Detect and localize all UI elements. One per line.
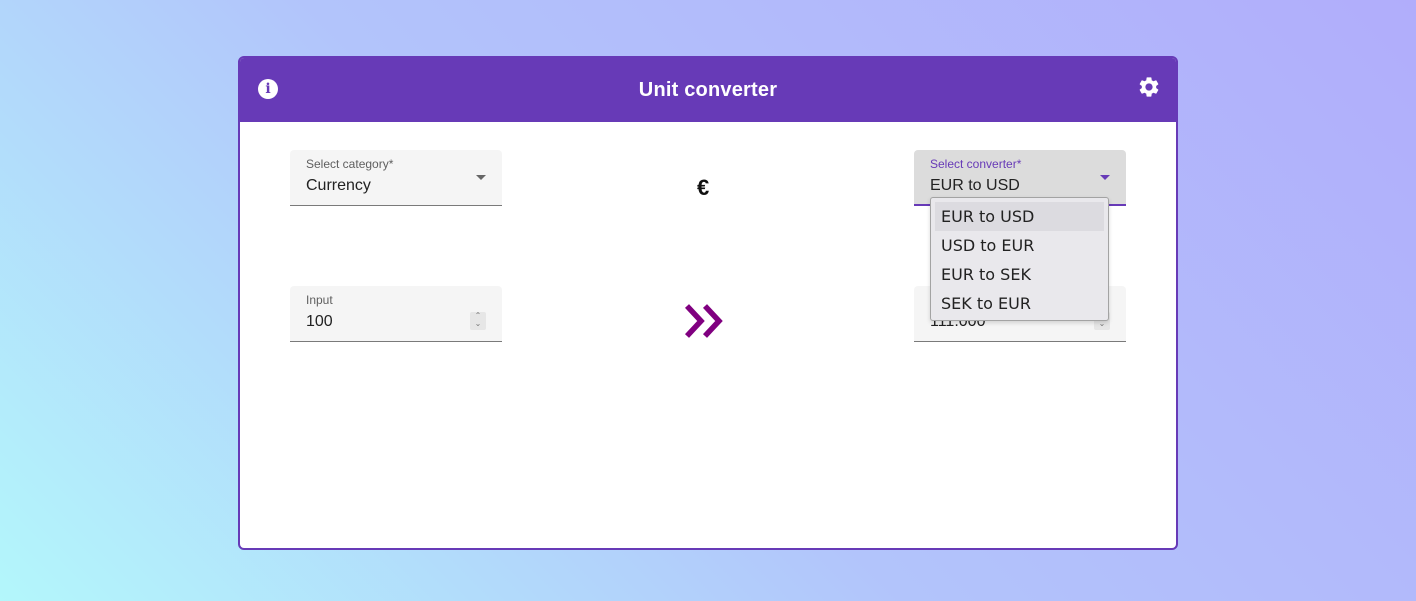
number-stepper[interactable]: ⌃⌄ xyxy=(470,312,486,330)
info-icon[interactable]: i xyxy=(258,79,278,99)
category-value: Currency xyxy=(306,177,371,194)
double-chevron-right-icon[interactable] xyxy=(683,303,727,339)
input-label: Input xyxy=(306,293,333,307)
dropdown-option[interactable]: SEK to EUR xyxy=(935,289,1104,318)
chevron-down-icon xyxy=(476,175,486,180)
dropdown-option[interactable]: USD to EUR xyxy=(935,231,1104,260)
input-field[interactable]: Input 100 ⌃ ⌄ xyxy=(290,286,502,342)
category-label: Select category* xyxy=(306,157,394,171)
converter-label: Select converter* xyxy=(930,157,1022,171)
input-value[interactable]: 100 xyxy=(306,313,333,331)
category-select[interactable]: Select category* Currency xyxy=(290,150,502,206)
chevron-down-icon xyxy=(1100,175,1110,180)
dropdown-option[interactable]: EUR to SEK xyxy=(935,260,1104,289)
converter-dropdown: EUR to USD USD to EUR EUR to SEK SEK to … xyxy=(930,197,1109,321)
dropdown-option[interactable]: EUR to USD xyxy=(935,202,1104,231)
converter-value: EUR to USD xyxy=(930,177,1020,194)
app-header: i Unit converter xyxy=(240,58,1176,122)
app-title: Unit converter xyxy=(638,78,778,101)
euro-icon: € xyxy=(697,175,710,200)
gear-icon[interactable] xyxy=(1137,75,1161,99)
